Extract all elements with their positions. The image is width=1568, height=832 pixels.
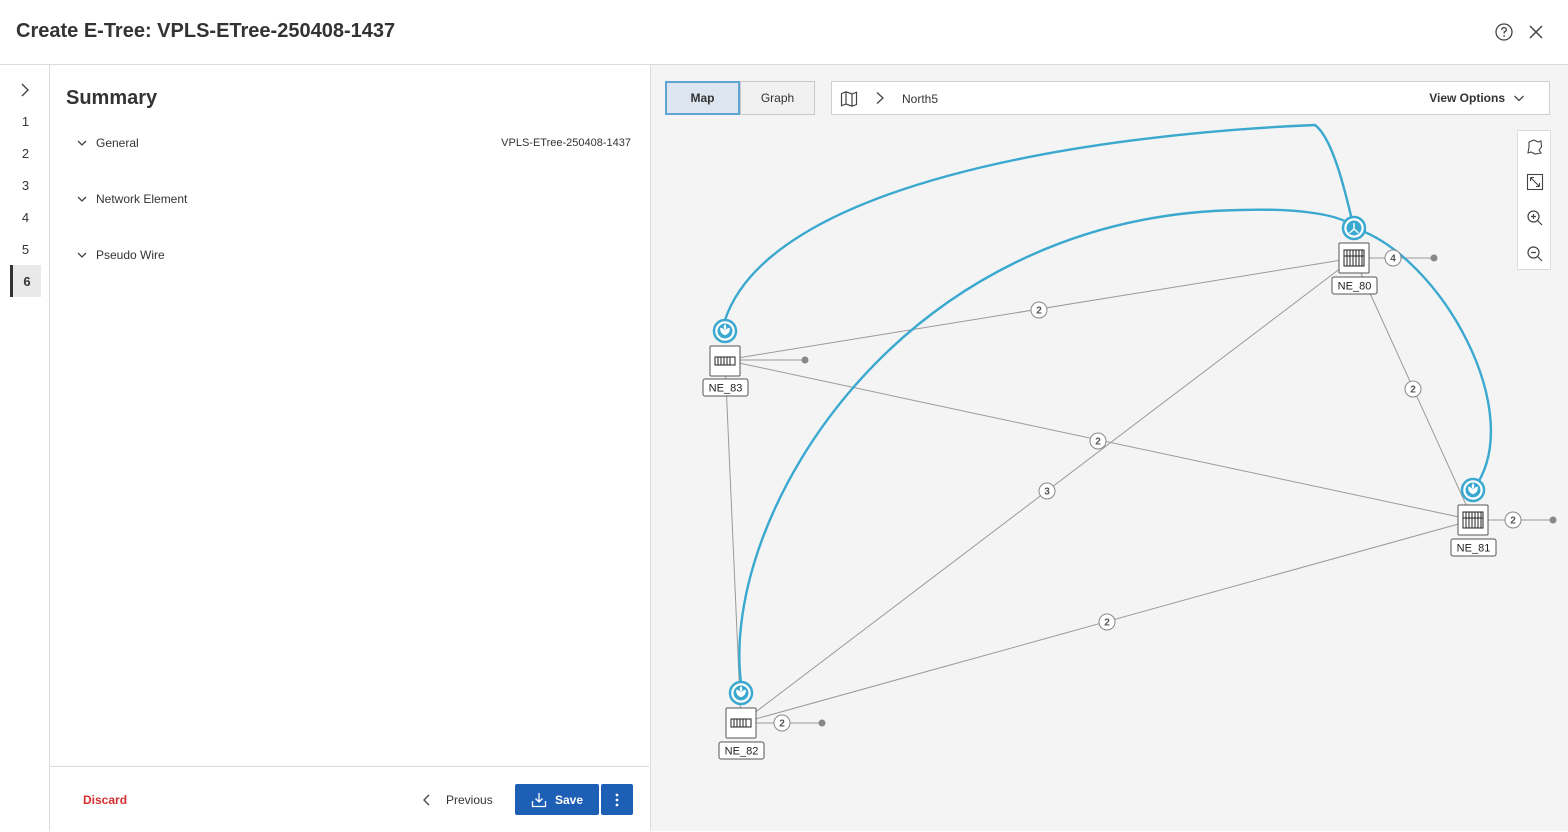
physical-links (724, 257, 1553, 724)
expand-steps-button[interactable] (12, 77, 38, 103)
step-6[interactable]: 6 (10, 265, 41, 297)
node-label: NE_80 (1338, 281, 1372, 293)
stub-badge-count: 4 (1390, 254, 1396, 265)
map-breadcrumb: North5 View Options (831, 81, 1550, 115)
stub-endpoint (1430, 254, 1438, 262)
link-badge-count: 2 (1104, 618, 1110, 629)
node-ne-80[interactable]: NE_80 (1331, 215, 1378, 295)
section-network-element[interactable]: Network Element (76, 189, 631, 209)
leaf-role-icon (712, 318, 738, 344)
summary-panel: Summary General VPLS-ETree-250408-1437 N… (50, 65, 649, 765)
leaf-role-icon (1460, 477, 1486, 503)
chevron-down-icon (1514, 95, 1524, 102)
service-paths (723, 123, 1492, 684)
section-label: Pseudo Wire (96, 248, 165, 262)
root-role-icon (1341, 215, 1367, 241)
close-icon (1529, 25, 1543, 39)
service-path-ne82-ne80[interactable] (738, 208, 1355, 684)
link-badge[interactable]: 2 (1404, 380, 1422, 398)
help-button[interactable] (1492, 20, 1516, 44)
link-badge-count: 2 (1036, 306, 1042, 317)
stub-badge[interactable]: 2 (1504, 511, 1522, 529)
step-4[interactable]: 4 (10, 201, 41, 233)
section-value: VPLS-ETree-250408-1437 (501, 137, 631, 149)
chevron-right-icon (876, 92, 884, 104)
link-badge[interactable]: 2 (1098, 613, 1116, 631)
section-pseudo-wire[interactable]: Pseudo Wire (76, 245, 631, 265)
section-general[interactable]: General VPLS-ETree-250408-1437 (76, 133, 631, 153)
map-icon[interactable] (840, 90, 858, 108)
step-3[interactable]: 3 (10, 169, 41, 201)
dialog-title: Create E-Tree: VPLS-ETree-250408-1437 (16, 20, 396, 42)
view-toggle: Map Graph (665, 81, 816, 115)
section-label: Network Element (96, 192, 188, 206)
step-1[interactable]: 1 (10, 105, 41, 137)
save-download-icon (531, 792, 547, 807)
leaf-role-icon (728, 680, 754, 706)
service-path-ne83-ne80[interactable] (723, 123, 1356, 321)
node-label: NE_82 (725, 746, 759, 758)
chevron-down-icon (77, 252, 87, 258)
chevron-right-icon (21, 83, 29, 97)
node-ne-82[interactable]: NE_82 (718, 680, 765, 760)
stub-endpoints (801, 254, 1557, 727)
dialog-footer: Discard Previous Save (50, 766, 649, 832)
tab-map[interactable]: Map (665, 81, 740, 115)
step-5[interactable]: 5 (10, 233, 41, 265)
previous-button[interactable]: Previous (420, 789, 493, 811)
link-badge[interactable]: 2 (773, 714, 791, 732)
save-button[interactable]: Save (515, 784, 599, 815)
chevron-down-icon (77, 196, 87, 202)
dialog-header: Create E-Tree: VPLS-ETree-250408-1437 (0, 0, 1568, 65)
link-badge[interactable]: 2 (1089, 432, 1107, 450)
link-badge-count: 2 (1410, 385, 1416, 396)
stub-badge[interactable]: 4 (1384, 249, 1402, 267)
stub-endpoint (801, 356, 809, 364)
view-options-label: View Options (1429, 91, 1505, 105)
summary-title: Summary (66, 87, 158, 109)
chevron-down-icon (77, 140, 87, 146)
node-label: NE_81 (1457, 543, 1491, 555)
kebab-menu-icon (615, 793, 619, 806)
close-button[interactable] (1524, 20, 1548, 44)
save-label: Save (554, 792, 584, 807)
node-ne-81[interactable]: NE_81 (1450, 477, 1497, 557)
step-2[interactable]: 2 (10, 137, 41, 169)
breadcrumb-location[interactable]: North5 (902, 92, 938, 106)
service-path-ne80-ne81[interactable] (1353, 226, 1492, 491)
link-badge-count: 3 (1044, 487, 1050, 498)
section-label: General (96, 136, 139, 150)
link-badge[interactable]: 3 (1038, 482, 1056, 500)
node-label: NE_83 (709, 383, 743, 395)
stub-endpoint (1549, 516, 1557, 524)
more-actions-button[interactable] (601, 784, 633, 815)
link-count-badges: 2 2 3 2 2 2 4 2 (773, 249, 1522, 732)
step-rail: 1 2 3 4 5 6 (0, 65, 50, 831)
stub-endpoint (818, 719, 826, 727)
chevron-left-icon (423, 794, 430, 806)
link-badge-count: 2 (779, 719, 785, 730)
previous-label: Previous (446, 793, 493, 807)
tab-graph[interactable]: Graph (740, 81, 815, 115)
discard-button[interactable]: Discard (83, 793, 127, 807)
link-badge[interactable]: 2 (1030, 301, 1048, 319)
node-ne-83[interactable]: NE_83 (702, 318, 749, 397)
stub-badge-count: 2 (1510, 516, 1516, 527)
link-badge-count: 2 (1095, 437, 1101, 448)
topology-map[interactable]: 2 2 3 2 2 2 4 2 NE_83 NE_80 NE_81 NE_82 (650, 115, 1568, 815)
view-options-dropdown[interactable]: View Options (1429, 91, 1525, 105)
help-icon (1495, 23, 1513, 41)
